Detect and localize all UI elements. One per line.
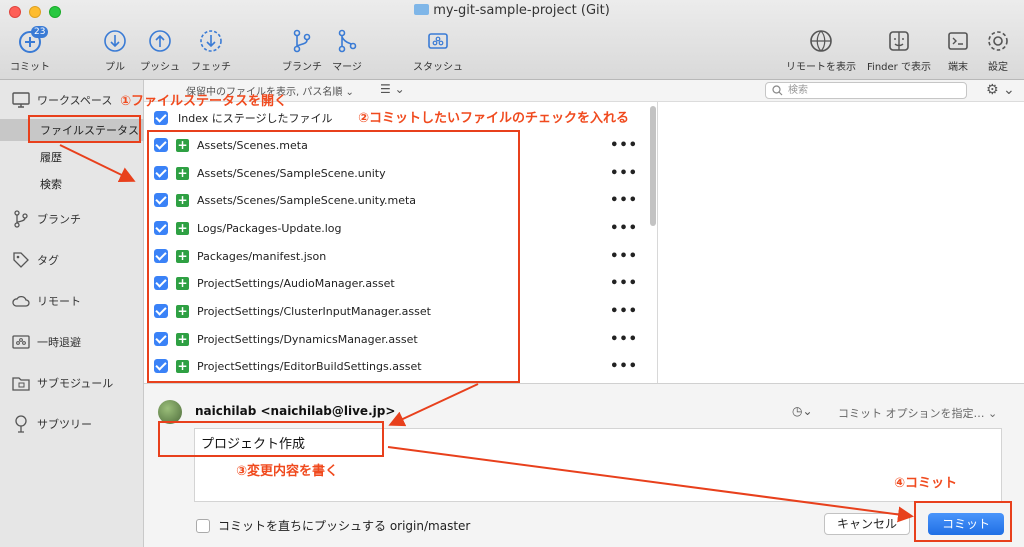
file-more-menu[interactable]: •••	[610, 193, 638, 208]
globe-icon	[810, 30, 832, 52]
file-more-menu[interactable]: •••	[610, 166, 638, 181]
show-remote-button[interactable]: リモートを表示	[786, 28, 856, 73]
stash-box-icon	[428, 33, 448, 49]
view-mode-dropdown[interactable]: ☰ ⌄	[380, 82, 405, 96]
highlight-file-list	[147, 130, 520, 383]
sidebar-item-tags[interactable]: タグ	[0, 249, 144, 271]
annotation-step-2: ②コミットしたいファイルのチェックを入れる	[358, 111, 630, 126]
sidebar-item-remotes[interactable]: リモート	[0, 290, 144, 312]
file-more-menu[interactable]: •••	[610, 276, 638, 291]
folder-icon	[414, 4, 430, 15]
annotation-step-3: ③変更内容を書く	[236, 464, 339, 479]
highlight-commit-message	[158, 421, 384, 457]
cancel-button[interactable]: キャンセル	[824, 513, 910, 535]
file-more-menu[interactable]: •••	[610, 359, 638, 374]
gear-menu-icon[interactable]: ⚙ ⌄	[986, 82, 1015, 98]
show-in-finder-button[interactable]: Finder で表示	[867, 28, 931, 73]
index-staged-header: Index にステージしたファイル	[154, 110, 333, 126]
search-input[interactable]: 検索	[765, 82, 967, 99]
file-more-menu[interactable]: •••	[610, 138, 638, 153]
toolbar: my-git-sample-project (Git) 23 コミット プル プ…	[0, 0, 1024, 80]
diff-header: 検索 ⚙ ⌄	[658, 80, 1024, 102]
file-more-menu[interactable]: •••	[610, 332, 638, 347]
branch-icon	[14, 210, 28, 228]
cloud-icon	[12, 295, 30, 307]
push-arrow-up-icon	[149, 30, 171, 52]
window-title: my-git-sample-project (Git)	[0, 3, 1024, 18]
sidebar-item-subtrees[interactable]: サブツリー	[0, 413, 144, 435]
file-more-menu[interactable]: •••	[610, 304, 638, 319]
search-icon	[772, 85, 783, 96]
file-more-menu[interactable]: •••	[610, 221, 638, 236]
push-immediately-checkbox[interactable]	[196, 518, 210, 533]
tree-icon	[15, 415, 27, 433]
sidebar-item-search[interactable]: 検索	[0, 173, 144, 195]
sidebar-item-submodules[interactable]: サブモジュール	[0, 372, 144, 394]
sidebar-item-history[interactable]: 履歴	[0, 146, 144, 168]
index-stage-all-checkbox[interactable]	[154, 111, 168, 125]
push-immediately-row[interactable]: コミットを直ちにプッシュする origin/master	[196, 517, 470, 534]
clock-history-icon[interactable]: ◷⌄	[792, 404, 813, 418]
fetch-arrow-down-icon	[200, 30, 222, 52]
merge-icon	[338, 29, 357, 53]
annotation-step-4: ④コミット	[894, 476, 958, 491]
file-list-scroll-thumb[interactable]	[650, 106, 656, 226]
sidebar-item-branches[interactable]: ブランチ	[0, 208, 144, 230]
merge-button[interactable]: マージ	[315, 28, 379, 73]
monitor-icon	[12, 92, 30, 108]
file-more-menu[interactable]: •••	[610, 249, 638, 264]
sidebar-item-stashes[interactable]: 一時退避	[0, 331, 144, 353]
highlight-commit-button	[914, 501, 1012, 542]
tag-icon	[13, 252, 29, 268]
commit-badge: 23	[31, 26, 49, 38]
finder-icon	[889, 31, 909, 51]
sidebar: ワークスペース ファイルステータス 履歴 検索 ブランチ タグ リモート 一時退…	[0, 80, 144, 547]
commit-toolbar-button[interactable]: 23 コミット	[0, 26, 62, 73]
fetch-button[interactable]: フェッチ	[179, 28, 243, 73]
commit-options-dropdown[interactable]: コミット オプションを指定… ⌄	[838, 405, 997, 421]
submodule-folder-icon	[12, 377, 30, 391]
stash-button[interactable]: スタッシュ	[406, 28, 470, 73]
commit-author: naichilab <naichilab@live.jp>	[195, 404, 396, 418]
stash-box-icon	[12, 335, 30, 349]
pull-arrow-down-icon	[104, 30, 126, 52]
settings-button[interactable]: 設定	[966, 28, 1024, 73]
highlight-file-status	[28, 115, 141, 143]
annotation-step-1: ①ファイルステータスを開く	[120, 94, 288, 109]
branch-icon	[293, 29, 311, 53]
gear-icon	[988, 31, 1008, 51]
diff-pane: 検索 ⚙ ⌄	[658, 80, 1024, 383]
